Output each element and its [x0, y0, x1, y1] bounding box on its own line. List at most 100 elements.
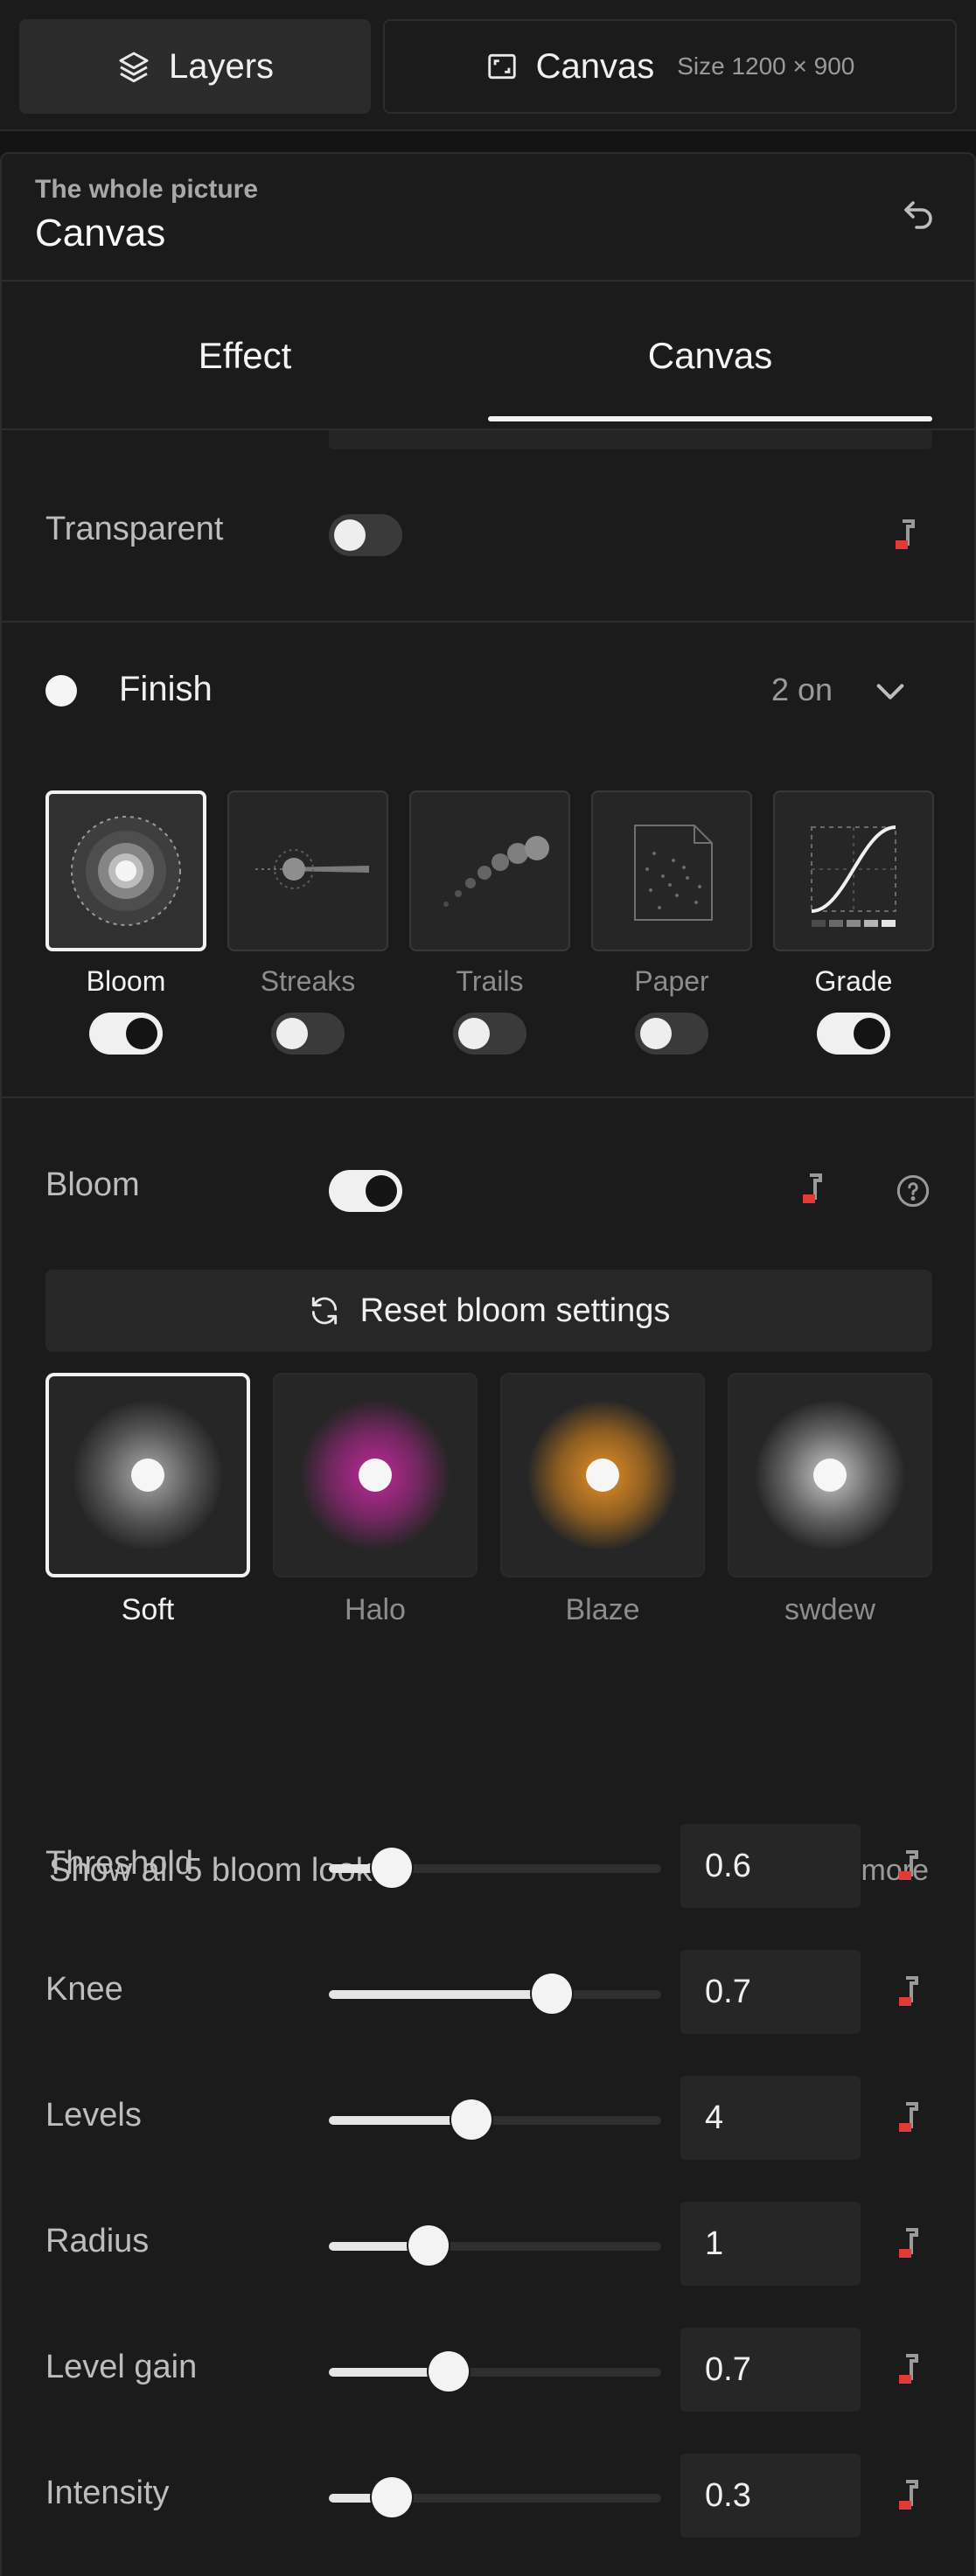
canvas-panel: The whole picture Canvas Effect Canvas T… — [0, 152, 976, 2576]
slider-track[interactable] — [329, 1848, 661, 1888]
reset-bloom-button[interactable]: Reset bloom settings — [45, 1270, 932, 1352]
slider-fill — [329, 1990, 552, 1999]
keyframe-icon[interactable] — [896, 1974, 920, 2009]
look-label: Soft — [121, 1593, 175, 1626]
transparent-toggle[interactable] — [329, 514, 402, 556]
tab-canvas-active[interactable]: Canvas — [488, 282, 932, 430]
bloom-label: Bloom — [45, 1166, 140, 1203]
slider-row-threshold: Threshold 0.6 — [2, 1824, 974, 1908]
slider-value-input[interactable]: 0.6 — [680, 1824, 861, 1908]
look-core — [586, 1459, 619, 1492]
slider-thumb[interactable] — [372, 1848, 413, 1888]
slider-value-input[interactable]: 4 — [680, 2076, 861, 2160]
look-label: Halo — [345, 1593, 406, 1626]
panel-title: Canvas — [35, 212, 166, 254]
slider-row-knee: Knee 0.7 — [2, 1950, 974, 2034]
effect-label: Bloom — [86, 965, 166, 997]
effect-bloom[interactable]: Bloom — [45, 790, 206, 1055]
slider-label: Threshold — [45, 1845, 193, 1882]
effect-label: Streaks — [260, 965, 356, 997]
slider-fill — [329, 2116, 472, 2125]
keyframe-icon[interactable] — [896, 2352, 920, 2387]
look-swdew[interactable]: swdew — [728, 1373, 932, 1626]
streaks-preview-icon — [255, 849, 369, 889]
slider-track[interactable] — [329, 2099, 661, 2140]
slider-value-input[interactable]: 0.7 — [680, 2328, 861, 2412]
undo-icon[interactable] — [897, 192, 939, 234]
tab-effect[interactable]: Effect — [2, 282, 488, 430]
slider-value-input[interactable]: 0.7 — [680, 1950, 861, 2034]
slider-track[interactable] — [329, 2351, 661, 2392]
keyframe-icon[interactable] — [896, 1848, 920, 1883]
look-thumb — [273, 1373, 478, 1577]
panel-subtitle: The whole picture — [35, 175, 259, 204]
toggle-knob — [126, 1018, 157, 1049]
refresh-icon — [311, 1297, 337, 1325]
slider-label: Levels — [45, 2097, 142, 2134]
grade-effect-toggle[interactable] — [817, 1013, 890, 1055]
slider-label: Knee — [45, 1971, 123, 2008]
reset-bloom-label: Reset bloom settings — [359, 1291, 671, 1329]
slider-thumb[interactable] — [408, 2225, 449, 2266]
tab-layers[interactable]: Layers — [19, 19, 371, 114]
bloom-effect-toggle[interactable] — [89, 1013, 163, 1055]
canvas-frame-icon — [487, 53, 516, 80]
slider-value-input[interactable]: 0.3 — [680, 2454, 861, 2538]
trails-preview-icon — [443, 836, 549, 907]
look-thumb — [45, 1373, 250, 1577]
slider-row-radius: Radius 1 — [2, 2202, 974, 2286]
keyframe-icon[interactable] — [896, 2478, 920, 2513]
slider-thumb[interactable] — [531, 1974, 572, 2014]
look-thumb — [728, 1373, 932, 1577]
slider-track[interactable] — [329, 2477, 661, 2517]
look-core — [359, 1459, 392, 1492]
transparent-label: Transparent — [45, 511, 224, 547]
tab-layers-label: Layers — [168, 46, 275, 86]
keyframe-icon[interactable] — [896, 2226, 920, 2261]
slider-label: Intensity — [45, 2475, 170, 2511]
slider-value-input[interactable]: 1 — [680, 2202, 861, 2286]
grade-thumb — [773, 790, 934, 951]
tab-canvas[interactable]: Canvas Size 1200 × 900 — [383, 19, 957, 114]
effect-label: Grade — [814, 965, 893, 997]
effect-paper[interactable]: Paper — [591, 790, 752, 1055]
effect-streaks[interactable]: Streaks — [227, 790, 388, 1055]
slider-label: Level gain — [45, 2349, 198, 2385]
streaks-thumb — [227, 790, 388, 951]
effect-trails[interactable]: Trails — [409, 790, 570, 1055]
toggle-knob — [458, 1018, 490, 1049]
toggle-knob — [854, 1018, 885, 1049]
look-halo[interactable]: Halo — [273, 1373, 478, 1626]
keyframe-icon[interactable] — [892, 518, 917, 553]
clipped-control — [329, 430, 932, 449]
top-tab-bar: Layers Canvas Size 1200 × 900 — [0, 0, 976, 131]
bloom-thumb — [45, 790, 206, 951]
look-soft[interactable]: Soft — [45, 1373, 250, 1626]
help-icon[interactable] — [896, 1173, 931, 1208]
toggle-knob — [334, 519, 366, 551]
slider-thumb[interactable] — [428, 2351, 469, 2392]
slider-track[interactable] — [329, 1974, 661, 2014]
slider-row-levels: Levels 4 — [2, 2076, 974, 2160]
keyframe-icon[interactable] — [799, 1172, 824, 1207]
grade-curve-icon — [811, 825, 896, 927]
slider-thumb[interactable] — [372, 2477, 413, 2517]
look-blaze[interactable]: Blaze — [500, 1373, 705, 1626]
finish-count: 2 on — [771, 672, 833, 707]
chevron-down-icon[interactable] — [873, 679, 908, 705]
slider-thumb[interactable] — [451, 2099, 492, 2140]
paper-effect-toggle[interactable] — [635, 1013, 708, 1055]
paper-thumb — [591, 790, 752, 951]
streaks-effect-toggle[interactable] — [271, 1013, 345, 1055]
look-core — [813, 1459, 847, 1492]
effect-grade[interactable]: Grade — [773, 790, 934, 1055]
panel-header: The whole picture Canvas — [2, 154, 974, 282]
effect-label: Paper — [634, 965, 709, 997]
tab-canvas-label: Canvas — [535, 46, 655, 86]
bloom-toggle[interactable] — [329, 1170, 402, 1212]
keyframe-icon[interactable] — [896, 2100, 920, 2135]
toggle-knob — [276, 1018, 308, 1049]
slider-track[interactable] — [329, 2225, 661, 2266]
trails-effect-toggle[interactable] — [453, 1013, 526, 1055]
effect-label: Trails — [456, 965, 524, 997]
